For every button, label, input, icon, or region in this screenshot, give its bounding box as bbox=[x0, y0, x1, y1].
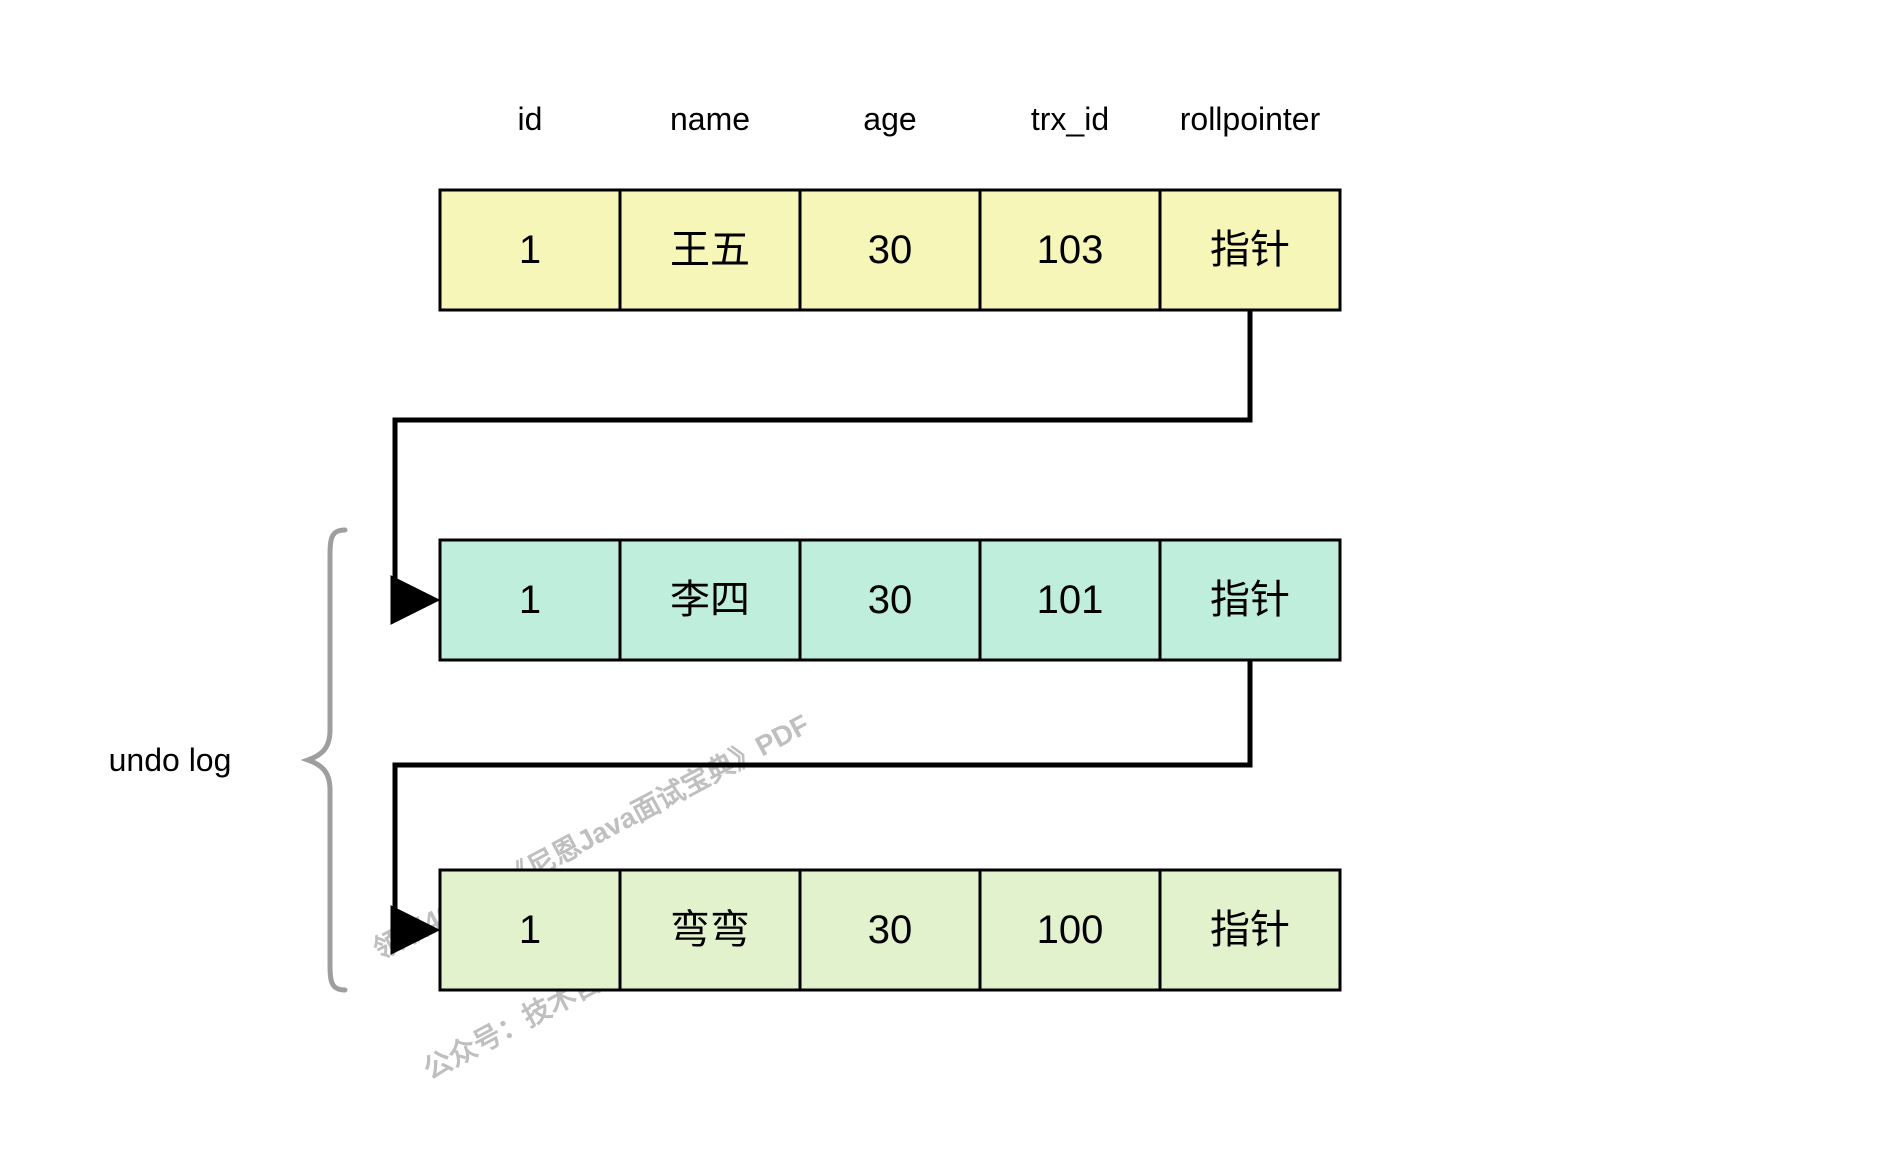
svg-text:1: 1 bbox=[519, 908, 541, 952]
svg-text:30: 30 bbox=[868, 578, 913, 622]
undo-log-brace bbox=[308, 530, 345, 990]
svg-text:李四: 李四 bbox=[670, 578, 750, 622]
svg-text:1: 1 bbox=[519, 228, 541, 272]
svg-text:王五: 王五 bbox=[670, 228, 750, 272]
svg-text:30: 30 bbox=[868, 228, 913, 272]
undo-log-diagram: 领取4000页《尼恩Java面试宝典》PDF 公众号：技术自由圈 id name… bbox=[0, 0, 1881, 1176]
svg-text:指针: 指针 bbox=[1210, 228, 1290, 272]
svg-text:1: 1 bbox=[519, 578, 541, 622]
record-row-undo-2: 1 弯弯 30 100 指针 bbox=[440, 870, 1340, 990]
record-row-undo-1: 1 李四 30 101 指针 bbox=[440, 540, 1340, 660]
svg-text:100: 100 bbox=[1037, 908, 1104, 952]
svg-text:指针: 指针 bbox=[1210, 578, 1290, 622]
record-row-current: 1 王五 30 103 指针 bbox=[440, 190, 1340, 310]
svg-text:指针: 指针 bbox=[1210, 908, 1290, 952]
svg-text:103: 103 bbox=[1037, 228, 1104, 272]
header-name: name bbox=[670, 101, 750, 137]
header-row: id name age trx_id rollpointer bbox=[518, 101, 1321, 137]
header-rollpointer: rollpointer bbox=[1180, 101, 1321, 137]
header-age: age bbox=[863, 101, 916, 137]
svg-text:弯弯: 弯弯 bbox=[670, 908, 750, 952]
svg-text:30: 30 bbox=[868, 908, 913, 952]
header-trx-id: trx_id bbox=[1031, 101, 1109, 137]
header-id: id bbox=[518, 101, 543, 137]
svg-text:101: 101 bbox=[1037, 578, 1104, 622]
undo-log-label: undo log bbox=[109, 742, 232, 778]
